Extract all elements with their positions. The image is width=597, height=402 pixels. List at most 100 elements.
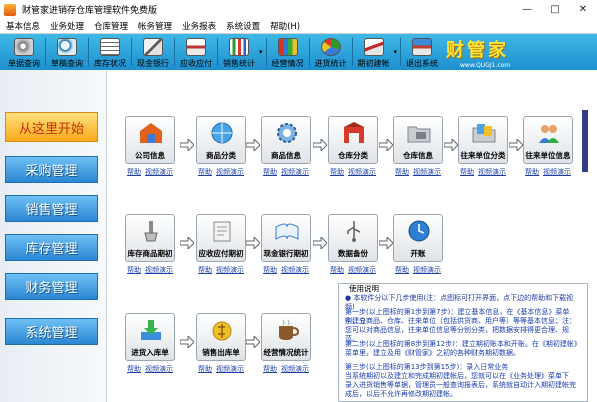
help-link[interactable]: 帮助 — [198, 364, 212, 374]
tile-box[interactable]: 开账 — [393, 214, 443, 262]
tile-partner-info[interactable]: 往来单位信息 帮助 视频演示 — [523, 116, 573, 188]
video-demo-link[interactable]: 视频演示 — [216, 265, 244, 275]
window-title: 财管家进销存仓库管理软件免费版 — [22, 6, 158, 16]
tile-box[interactable]: 商品信息 — [261, 116, 311, 164]
nav-finance-button[interactable]: 财务管理 — [5, 273, 98, 300]
video-demo-link[interactable]: 视频演示 — [348, 167, 376, 177]
help-link[interactable]: 帮助 — [330, 265, 344, 275]
help-link[interactable]: 帮助 — [127, 265, 141, 275]
books-icon — [277, 38, 298, 56]
tile-data-backup[interactable]: 数据备份 帮助 视频演示 — [328, 214, 378, 286]
maximize-button[interactable]: □ — [541, 0, 569, 19]
video-demo-link[interactable]: 视频演示 — [145, 265, 173, 275]
video-demo-link[interactable]: 视频演示 — [413, 167, 441, 177]
video-demo-link[interactable]: 视频演示 — [216, 364, 244, 374]
close-button[interactable]: ✕ — [569, 0, 597, 19]
tile-product-info[interactable]: 商品信息 帮助 视频演示 — [261, 116, 311, 188]
tile-operation-stats[interactable]: 经营情况统计 帮助 视频演示 — [261, 313, 311, 385]
toolbar-document-query-button[interactable]: 单据查询 — [5, 35, 43, 69]
video-demo-link[interactable]: 视频演示 — [216, 167, 244, 177]
video-demo-link[interactable]: 视频演示 — [543, 167, 571, 177]
folder-icon — [407, 126, 431, 143]
tile-sales-delivery[interactable]: 销售出库单 帮助 视频演示 — [196, 313, 246, 385]
tile-box[interactable]: 商品分类 — [196, 116, 246, 164]
help-link[interactable]: 帮助 — [330, 167, 344, 177]
tile-company-info[interactable]: 公司信息 帮助 视频演示 — [125, 116, 175, 188]
toolbar-separator — [308, 38, 310, 66]
tile-warehouse-info[interactable]: 仓库信息 帮助 视频演示 — [393, 116, 443, 188]
coffee-icon — [279, 319, 300, 340]
help-link[interactable]: 帮助 — [263, 265, 277, 275]
help-link[interactable]: 帮助 — [263, 167, 277, 177]
tile-warehouse-category[interactable]: 仓库分类 帮助 视频演示 — [328, 116, 378, 188]
help-link[interactable]: 帮助 — [127, 167, 141, 177]
help-link[interactable]: 帮助 — [460, 167, 474, 177]
video-demo-link[interactable]: 视频演示 — [145, 364, 173, 374]
help-link[interactable]: 帮助 — [198, 265, 212, 275]
video-demo-link[interactable]: 视频演示 — [478, 167, 506, 177]
tile-box[interactable]: 应收应付期初 — [196, 214, 246, 262]
help-link[interactable]: 帮助 — [395, 265, 409, 275]
help-link[interactable]: 帮助 — [395, 167, 409, 177]
tile-opening-stock[interactable]: 库存商品期初 帮助 视频演示 — [125, 214, 175, 286]
toolbar-exit-button[interactable]: 退出系统 — [403, 35, 441, 69]
logo-text: 财管家 — [446, 40, 509, 61]
toolbar-opening-ledger-button[interactable]: 期初建帐 — [355, 35, 393, 69]
toolbar-purchase-stats-button[interactable]: 进货统计 — [312, 35, 350, 69]
tile-open-account[interactable]: 开账 帮助 视频演示 — [393, 214, 443, 286]
menu-basic-info[interactable]: 基本信息 — [6, 20, 40, 32]
nav-system-button[interactable]: 系统管理 — [5, 318, 98, 345]
menu-reports[interactable]: 业务报表 — [182, 20, 216, 32]
tile-box[interactable]: 销售出库单 — [196, 313, 246, 361]
toolbar-draft-query-button[interactable]: 草稿查询 — [48, 35, 86, 69]
toolbar-operations-button[interactable]: 经营情况 — [269, 35, 307, 69]
video-demo-link[interactable]: 视频演示 — [281, 167, 309, 177]
video-demo-link[interactable]: 视频演示 — [281, 265, 309, 275]
tile-opening-cash[interactable]: 现金银行期初 帮助 视频演示 — [261, 214, 311, 286]
tile-box[interactable]: 经营情况统计 — [261, 313, 311, 361]
chevron-down-icon[interactable]: ▾ — [394, 48, 398, 56]
video-demo-link[interactable]: 视频演示 — [281, 364, 309, 374]
tile-opening-receivable[interactable]: 应收应付期初 帮助 视频演示 — [196, 214, 246, 286]
tile-purchase-receipt[interactable]: 进货入库单 帮助 视频演示 — [125, 313, 175, 385]
cash-icon — [143, 38, 163, 56]
menu-business[interactable]: 业务处理 — [50, 20, 84, 32]
nav-purchase-button[interactable]: 采购管理 — [5, 156, 98, 183]
tile-box[interactable]: 仓库信息 — [393, 116, 443, 164]
minimize-button[interactable]: — — [513, 0, 541, 19]
help-link[interactable]: 帮助 — [525, 167, 539, 177]
video-demo-link[interactable]: 视频演示 — [413, 265, 441, 275]
tile-box[interactable]: 现金银行期初 — [261, 214, 311, 262]
tile-box[interactable]: 数据备份 — [328, 214, 378, 262]
users-icon — [539, 125, 559, 143]
toolbar-stock-button[interactable]: 库存状况 — [91, 35, 129, 69]
book-icon — [275, 223, 299, 240]
usb-icon — [347, 221, 361, 242]
tile-box[interactable]: 公司信息 — [125, 116, 175, 164]
tile-label: 商品信息 — [271, 151, 301, 160]
toolbar-sales-stats-button[interactable]: 销售统计 — [220, 35, 258, 69]
toolbar-label: 库存状况 — [94, 59, 126, 68]
tile-box[interactable]: 进货入库单 — [125, 313, 175, 361]
toolbar-receivable-button[interactable]: 应收应付 — [177, 35, 215, 69]
toolbar-cash-button[interactable]: 现金银行 — [134, 35, 172, 69]
tile-partner-category[interactable]: 往来单位分类 帮助 视频演示 — [458, 116, 508, 188]
tile-box[interactable]: 往来单位信息 — [523, 116, 573, 164]
tile-box[interactable]: 仓库分类 — [328, 116, 378, 164]
help-link[interactable]: 帮助 — [198, 167, 212, 177]
tile-product-category[interactable]: 商品分类 帮助 视频演示 — [196, 116, 246, 188]
menu-warehouse[interactable]: 仓库管理 — [94, 20, 128, 32]
tile-box[interactable]: 往来单位分类 — [458, 116, 508, 164]
help-link[interactable]: 帮助 — [127, 364, 141, 374]
tile-box[interactable]: 库存商品期初 — [125, 214, 175, 262]
video-demo-link[interactable]: 视频演示 — [348, 265, 376, 275]
nav-sales-button[interactable]: 销售管理 — [5, 195, 98, 222]
menu-help[interactable]: 帮助(H) — [270, 20, 300, 32]
menu-accounts[interactable]: 帐务管理 — [138, 20, 172, 32]
menu-settings[interactable]: 系统设置 — [226, 20, 260, 32]
video-demo-link[interactable]: 视频演示 — [145, 167, 173, 177]
help-link[interactable]: 帮助 — [263, 364, 277, 374]
start-here-button[interactable]: 从这里开始 — [5, 112, 98, 142]
chevron-down-icon[interactable]: ▾ — [259, 48, 263, 56]
nav-inventory-button[interactable]: 库存管理 — [5, 234, 98, 261]
